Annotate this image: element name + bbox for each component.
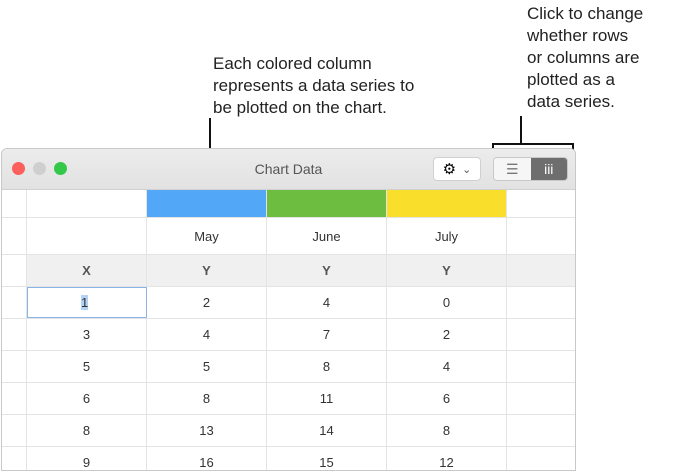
data-cell[interactable]: 8 xyxy=(267,351,387,382)
row-number-cell[interactable] xyxy=(2,287,27,318)
header-cell: X xyxy=(27,255,147,286)
header-cell: Y xyxy=(267,255,387,286)
gear-icon: ⚙ xyxy=(442,161,457,178)
series-color-may[interactable] xyxy=(147,190,267,217)
data-cell[interactable]: 3 xyxy=(27,319,147,350)
data-cell[interactable]: 13 xyxy=(147,415,267,446)
series-name-cell[interactable]: July xyxy=(387,218,507,254)
row-number-cell[interactable] xyxy=(2,351,27,382)
series-name-cell[interactable]: June xyxy=(267,218,387,254)
data-cell[interactable]: 9 xyxy=(27,447,147,470)
data-cell[interactable]: 4 xyxy=(267,287,387,318)
series-name-row: May June July xyxy=(2,218,575,255)
data-cell[interactable]: 15 xyxy=(267,447,387,470)
row-number-cell[interactable] xyxy=(2,319,27,350)
empty-cell xyxy=(507,447,575,470)
data-cell[interactable]: 11 xyxy=(267,383,387,414)
data-cell[interactable]: 12 xyxy=(387,447,507,470)
list-icon: ☰ xyxy=(505,160,519,177)
empty-cell xyxy=(507,351,575,382)
gear-menu-button[interactable]: ⚙ ⌄ xyxy=(433,157,481,181)
data-cell-selected[interactable]: 1 xyxy=(27,287,147,318)
data-cell[interactable]: 16 xyxy=(147,447,267,470)
row-number-cell[interactable] xyxy=(2,415,27,446)
data-cell[interactable]: 5 xyxy=(147,351,267,382)
row-number-cell xyxy=(2,255,27,286)
data-cell[interactable]: 2 xyxy=(387,319,507,350)
data-cell[interactable]: 7 xyxy=(267,319,387,350)
empty-cell[interactable] xyxy=(27,218,147,254)
data-cell[interactable]: 8 xyxy=(27,415,147,446)
data-cell[interactable]: 6 xyxy=(27,383,147,414)
row-number-cell xyxy=(2,218,27,254)
data-cell[interactable]: 8 xyxy=(147,383,267,414)
axis-header-row: X Y Y Y xyxy=(2,255,575,287)
empty-cell xyxy=(507,255,575,286)
table-row: 8 13 14 8 xyxy=(2,415,575,447)
empty-cell xyxy=(507,319,575,350)
header-cell: Y xyxy=(147,255,267,286)
series-color-june[interactable] xyxy=(267,190,387,217)
series-color-july[interactable] xyxy=(387,190,507,217)
window-title: Chart Data xyxy=(254,161,323,177)
chevron-down-icon: ⌄ xyxy=(462,163,472,176)
table-row: 1 240 xyxy=(2,287,575,319)
plot-columns-button[interactable]: iii xyxy=(530,158,567,180)
toggle-callout: Click to change whether rows or columns … xyxy=(527,4,644,111)
toggle-callout-line xyxy=(520,116,522,144)
empty-cell xyxy=(507,383,575,414)
table-row: 5584 xyxy=(2,351,575,383)
data-table: May June July X Y Y Y 1 2 4 0 3 4 7 2 5 5 8 4 6 8 11 6 8… xyxy=(2,190,575,470)
empty-cell xyxy=(507,190,575,217)
series-name-cell[interactable]: May xyxy=(147,218,267,254)
chart-data-window: Chart Data ⚙ ⌄ ☰ iii May June July X Y Y … xyxy=(1,148,576,471)
table-row: 9 16 15 12 xyxy=(2,447,575,470)
series-callout: Each colored column represents a data se… xyxy=(213,54,415,117)
table-row: 6 8 11 6 xyxy=(2,383,575,415)
header-cell: Y xyxy=(387,255,507,286)
data-cell[interactable]: 14 xyxy=(267,415,387,446)
data-cell[interactable]: 8 xyxy=(387,415,507,446)
plot-rows-button[interactable]: ☰ xyxy=(494,158,531,180)
empty-cell xyxy=(27,190,147,217)
data-cell[interactable]: 6 xyxy=(387,383,507,414)
titlebar: Chart Data ⚙ ⌄ ☰ iii xyxy=(2,149,575,190)
empty-cell xyxy=(507,287,575,318)
toggle-bracket xyxy=(492,143,574,145)
empty-cell xyxy=(507,218,575,254)
cell-value: 1 xyxy=(81,295,89,310)
row-number-cell[interactable] xyxy=(2,383,27,414)
data-cell[interactable]: 5 xyxy=(27,351,147,382)
data-cell[interactable]: 4 xyxy=(387,351,507,382)
data-cell[interactable]: 0 xyxy=(387,287,507,318)
row-number-cell[interactable] xyxy=(2,447,27,470)
empty-cell xyxy=(507,415,575,446)
corner-cell xyxy=(2,190,27,217)
data-cell[interactable]: 2 xyxy=(147,287,267,318)
data-cell[interactable]: 4 xyxy=(147,319,267,350)
series-color-row xyxy=(2,190,575,218)
columns-icon: iii xyxy=(544,161,554,177)
table-row: 3472 xyxy=(2,319,575,351)
series-orientation-toggle[interactable]: ☰ iii xyxy=(493,157,568,181)
